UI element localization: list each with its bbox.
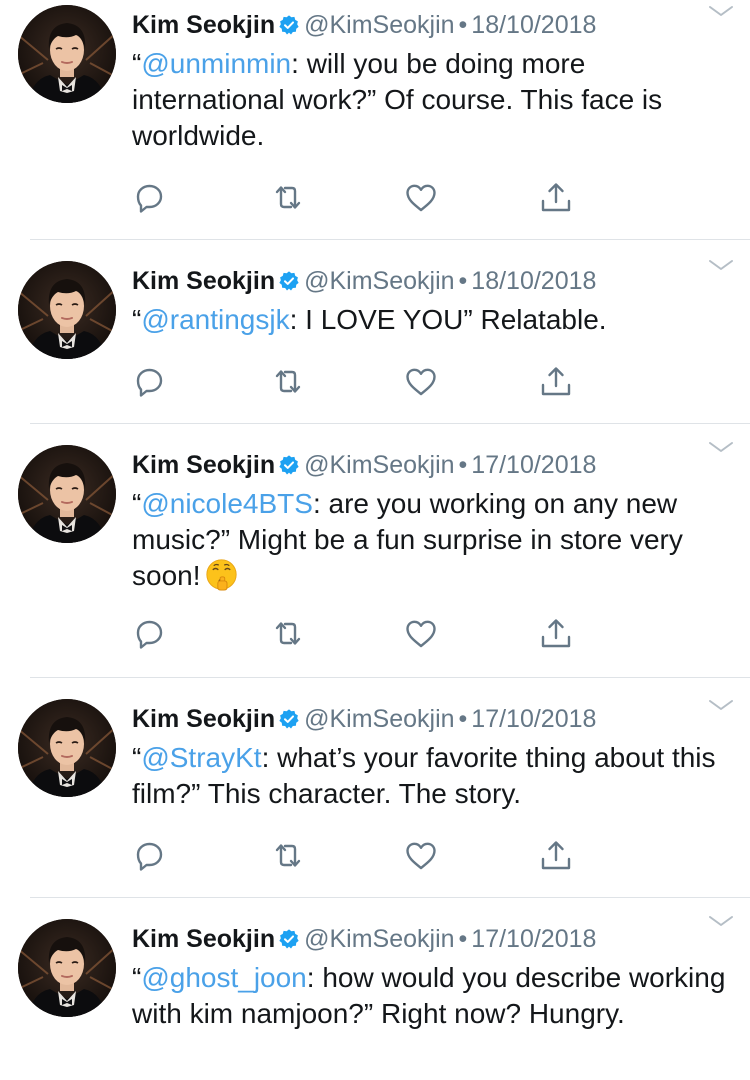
- chevron-down-icon[interactable]: [708, 258, 734, 274]
- avatar[interactable]: [18, 5, 116, 103]
- separator-dot: •: [458, 705, 468, 733]
- retweet-icon[interactable]: [270, 616, 306, 652]
- like-icon[interactable]: [403, 180, 439, 216]
- tweet-text: “@nicole4BTS: are you working on any new…: [132, 486, 732, 594]
- tweet-divider: [30, 239, 750, 240]
- share-icon[interactable]: [538, 616, 574, 652]
- tweet-actions: [132, 364, 592, 400]
- tweet-actions: [132, 616, 592, 652]
- tweet-divider: [30, 423, 750, 424]
- tweet[interactable]: Kim Seokjin @KimSeokjin • 17/10/2018 “@nicol…: [0, 426, 750, 678]
- author-name[interactable]: Kim Seokjin: [132, 267, 275, 295]
- tweet[interactable]: Kim Seokjin @KimSeokjin • 17/10/2018 “@ghost…: [0, 900, 750, 1080]
- tweet-date[interactable]: 18/10/2018: [471, 267, 596, 295]
- verified-badge-icon: [275, 267, 304, 295]
- mention-link[interactable]: @ghost_joon: [141, 962, 306, 993]
- avatar[interactable]: [18, 445, 116, 543]
- chevron-down-icon[interactable]: [708, 698, 734, 714]
- tweet-date[interactable]: 17/10/2018: [471, 705, 596, 733]
- tweet-actions: [132, 838, 592, 874]
- reply-icon[interactable]: [132, 364, 168, 400]
- author-handle[interactable]: @KimSeokjin: [304, 267, 454, 295]
- tweet-header: Kim Seokjin @KimSeokjin • 17/10/2018: [132, 704, 596, 734]
- reply-icon[interactable]: [132, 180, 168, 216]
- tweet[interactable]: Kim Seokjin @KimSeokjin • 18/10/2018 “@unmin…: [0, 0, 750, 240]
- avatar[interactable]: [18, 261, 116, 359]
- verified-badge-icon: [275, 705, 304, 733]
- share-icon[interactable]: [538, 364, 574, 400]
- tweet-date[interactable]: 17/10/2018: [471, 451, 596, 479]
- author-handle[interactable]: @KimSeokjin: [304, 925, 454, 953]
- like-icon[interactable]: [403, 616, 439, 652]
- chevron-down-icon[interactable]: [708, 914, 734, 930]
- retweet-icon[interactable]: [270, 838, 306, 874]
- tweet-text: “@rantingsjk: I LOVE YOU” Relatable.: [132, 302, 732, 338]
- verified-badge-icon: [275, 925, 304, 953]
- author-name[interactable]: Kim Seokjin: [132, 705, 275, 733]
- separator-dot: •: [458, 925, 468, 953]
- share-icon[interactable]: [538, 180, 574, 216]
- open-quote: “: [132, 48, 142, 79]
- tweet-date[interactable]: 17/10/2018: [471, 925, 596, 953]
- avatar[interactable]: [18, 919, 116, 1017]
- retweet-icon[interactable]: [270, 180, 306, 216]
- tweet-text: “@ghost_joon: how would you describe wor…: [132, 960, 732, 1032]
- tweet-header: Kim Seokjin @KimSeokjin • 18/10/2018: [132, 10, 596, 40]
- tweet-actions: [132, 180, 592, 216]
- tweet-divider: [30, 897, 750, 898]
- tweet[interactable]: Kim Seokjin @KimSeokjin • 18/10/2018 “@ranti…: [0, 242, 750, 424]
- tweet-header: Kim Seokjin @KimSeokjin • 17/10/2018: [132, 450, 596, 480]
- reply-icon[interactable]: [132, 838, 168, 874]
- separator-dot: •: [458, 451, 468, 479]
- open-quote: “: [132, 488, 142, 519]
- verified-badge-icon: [275, 11, 304, 39]
- author-handle[interactable]: @KimSeokjin: [304, 451, 454, 479]
- avatar[interactable]: [18, 699, 116, 797]
- tweet[interactable]: Kim Seokjin @KimSeokjin • 17/10/2018 “@Stray…: [0, 680, 750, 898]
- chevron-down-icon[interactable]: [708, 440, 734, 456]
- separator-dot: •: [458, 267, 468, 295]
- author-name[interactable]: Kim Seokjin: [132, 451, 275, 479]
- open-quote: “: [132, 304, 142, 335]
- mention-link[interactable]: @rantingsjk: [141, 304, 289, 335]
- mention-link[interactable]: @nicole4BTS: [141, 488, 313, 519]
- share-icon[interactable]: [538, 838, 574, 874]
- like-icon[interactable]: [403, 838, 439, 874]
- shushing-face-emoji-icon: [201, 559, 238, 591]
- author-name[interactable]: Kim Seokjin: [132, 925, 275, 953]
- mention-link[interactable]: @StrayKt: [141, 742, 261, 773]
- tweet-divider: [30, 677, 750, 678]
- tweet-header: Kim Seokjin @KimSeokjin • 17/10/2018: [132, 924, 596, 954]
- retweet-icon[interactable]: [270, 364, 306, 400]
- author-name[interactable]: Kim Seokjin: [132, 11, 275, 39]
- open-quote: “: [132, 962, 142, 993]
- tweet-header: Kim Seokjin @KimSeokjin • 18/10/2018: [132, 266, 596, 296]
- author-handle[interactable]: @KimSeokjin: [304, 705, 454, 733]
- tweet-date[interactable]: 18/10/2018: [471, 11, 596, 39]
- reply-icon[interactable]: [132, 616, 168, 652]
- separator-dot: •: [458, 11, 468, 39]
- chevron-down-icon[interactable]: [708, 4, 734, 20]
- author-handle[interactable]: @KimSeokjin: [304, 11, 454, 39]
- open-quote: “: [132, 742, 142, 773]
- tweet-text: “@unminmin: will you be doing more inter…: [132, 46, 732, 154]
- tweet-body-text: : I LOVE YOU” Relatable.: [289, 304, 607, 335]
- mention-link[interactable]: @unminmin: [141, 48, 291, 79]
- like-icon[interactable]: [403, 364, 439, 400]
- verified-badge-icon: [275, 451, 304, 479]
- tweet-text: “@StrayKt: what’s your favorite thing ab…: [132, 740, 732, 812]
